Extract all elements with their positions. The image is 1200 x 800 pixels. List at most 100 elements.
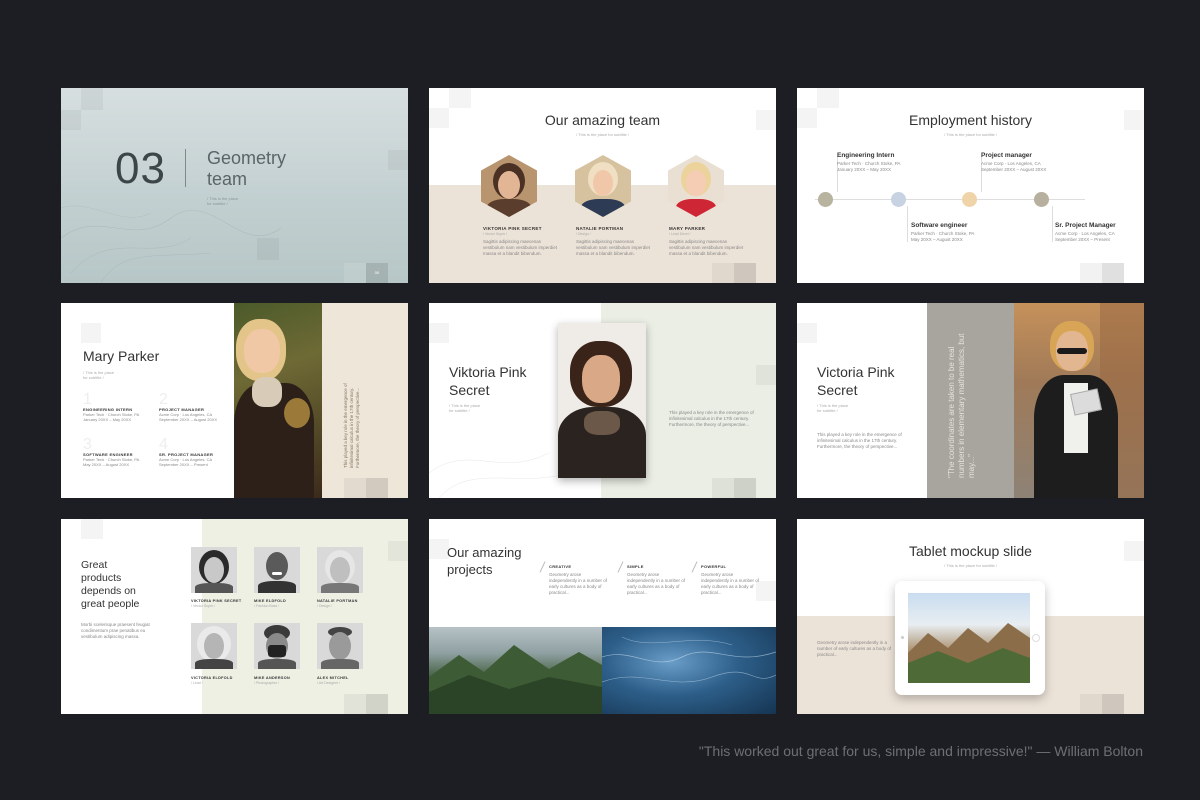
team-member-card: VIKTORIA PINK SECRET / Vector Super / Sa… [483,226,563,257]
timeline-dot [818,192,833,207]
timeline-dot [891,192,906,207]
slide-title-line: great people [81,598,140,610]
job-dates: May 20XX – August 20XX [83,462,130,467]
entry-dates: September 20XX – Present [1055,237,1110,242]
slide-subtitle: / This is the place for subtitle / [449,403,480,413]
slash-divider [691,561,698,573]
timeline-entry: Project manager Acme Corp · Los Angeles,… [981,152,1091,173]
entry-dates: May 20XX – August 20XX [911,237,963,242]
job-number: 2 [159,391,168,408]
column-text: Geometry arose independently in a number… [627,572,686,595]
entry-role: Software engineer [911,222,968,229]
slide-subtitle: / This is the place for subtitle / [944,132,997,137]
job-entry: 4 SR. PROJECT MANAGER Acme Corp · Los An… [159,436,234,468]
member-role: / Vector Super / [191,604,216,608]
subtitle-line: for subtitle / [449,408,470,413]
slide-our-amazing-projects[interactable]: Our amazing projects CREATIVE Geometry a… [429,519,776,714]
decor-square [797,323,817,343]
slide-title-line: Secret [817,382,858,398]
slide-mary-parker[interactable]: Mary Parker / This is the place for subt… [61,303,408,498]
member-role: / Lead / [191,681,203,685]
job-entry: 2 PROJECT MANAGER Acme Corp · Los Angele… [159,391,234,423]
slide-viktoria-pink-secret[interactable]: Viktoria Pink Secret / This is the place… [429,303,776,498]
team-member-card: NATALIE PORTMAN / Design / Sagittis adip… [576,226,656,257]
decor-square [344,478,366,498]
page-indicator [734,478,756,498]
decor-square [756,365,776,385]
slide-title-line: depends on [81,585,136,597]
member-description: Sagittis adipiscing maecenas vestibulum … [483,239,558,256]
decor-square [449,88,471,108]
page-indicator [366,694,388,714]
portrait-photo [234,303,322,498]
project-image-water [602,627,776,714]
decor-square [1080,694,1102,714]
body-text: This played a key role in the emergence … [817,432,902,449]
decor-square [344,694,366,714]
member-role: / Lead Devel / [669,232,691,236]
job-entry: 1 ENGINEERING INTERN Parker Tech · Churc… [83,392,155,423]
decor-square [388,150,408,170]
page-indicator [1102,694,1124,714]
entry-role: Project manager [981,152,1032,159]
team-member-photo [254,547,300,593]
column-text: Geometry arose independently in a number… [549,572,608,595]
slide-subtitle: / This is the place for subtitle / [576,132,629,137]
testimonial-quote: "This worked out great for us, simple an… [698,743,1143,759]
job-dates: September 20XX – August 20XX [159,417,218,422]
job-entry: 3 SOFTWARE ENGINEER Parker Tech · Church… [83,436,155,468]
slide-geometry-team[interactable]: 03 Geometry team / This is the place for… [61,88,408,283]
slide-great-people[interactable]: Great products depends on great people M… [61,519,408,714]
portrait-photo [1014,303,1144,498]
slide-our-amazing-team[interactable]: Our amazing team / This is the place for… [429,88,776,283]
slide-employment-history[interactable]: Employment history / This is the place f… [797,88,1144,283]
team-member-photo [254,623,300,669]
slide-title-line: Geometry [207,148,287,168]
slide-title: Geometry team [207,148,317,190]
decor-square [1080,263,1102,283]
project-column: CREATIVE Geometry arose independently in… [539,561,609,596]
tablet-camera [901,636,904,639]
slide-subtitle: / This is the place for subtitle / [944,563,997,568]
subtitle-line: for subtitle / [817,408,838,413]
vertical-quote: This played a key role in the emergence … [343,383,360,468]
entry-dates: January 20XX – May 20XX [837,167,892,172]
slide-title: Victoria Pink Secret [817,363,895,399]
team-member-card: ALEX MITCHEL / Art Designer / [317,676,377,686]
slide-title: Our amazing projects [447,544,521,578]
slide-subtitle: / This is the place for subtitle / [817,403,848,413]
slide-subtitle: / This is the place for subtitle / [207,196,267,206]
vertical-quote: "The coordinates are taken to be real nu… [947,333,976,478]
slide-title-line: Great [81,559,108,571]
team-member-card: MIKE ANDERSON / Photographer / [254,676,314,686]
decor-square [429,539,449,559]
slide-title-line: Victoria Pink [817,364,895,380]
slide-title-line: Our amazing [447,545,522,560]
subtitle-line: for subtitle / [83,375,104,380]
decor-square [344,263,366,283]
team-member-card: MARY PARKER / Lead Devel / Sagittis adip… [669,226,749,257]
slide-tablet-mockup[interactable]: Tablet mockup slide / This is the place … [797,519,1144,714]
decor-square [817,88,839,108]
member-role: / Design / [317,604,332,608]
body-text: Geometry arose independently in a number… [817,640,892,657]
member-role: / Design / [576,232,591,236]
job-number: 3 [83,436,92,453]
member-description: Sagittis adipiscing maecenas vestibulum … [576,239,651,256]
timeline-entry: Software engineer Parker Tech · Church S… [911,222,1021,243]
slide-title: Mary Parker [83,348,160,364]
slash-divider [617,561,624,573]
slide-title-line: team [207,169,248,189]
column-text: Geometry arose independently in a number… [701,572,760,595]
project-column: POWERFUL Geometry arose independently in… [691,561,761,596]
team-member-photo [317,547,363,593]
timeline-dot [962,192,977,207]
page-indicator [1102,263,1124,283]
project-image-mountains [429,627,602,714]
member-role: / Vector Super / [483,232,508,236]
column-label: SIMPLE [627,564,644,569]
column-label: CREATIVE [549,564,572,569]
decor-square [388,541,408,561]
job-number: 4 [159,436,168,453]
slide-victoria-pink-secret[interactable]: Victoria Pink Secret / This is the place… [797,303,1144,498]
